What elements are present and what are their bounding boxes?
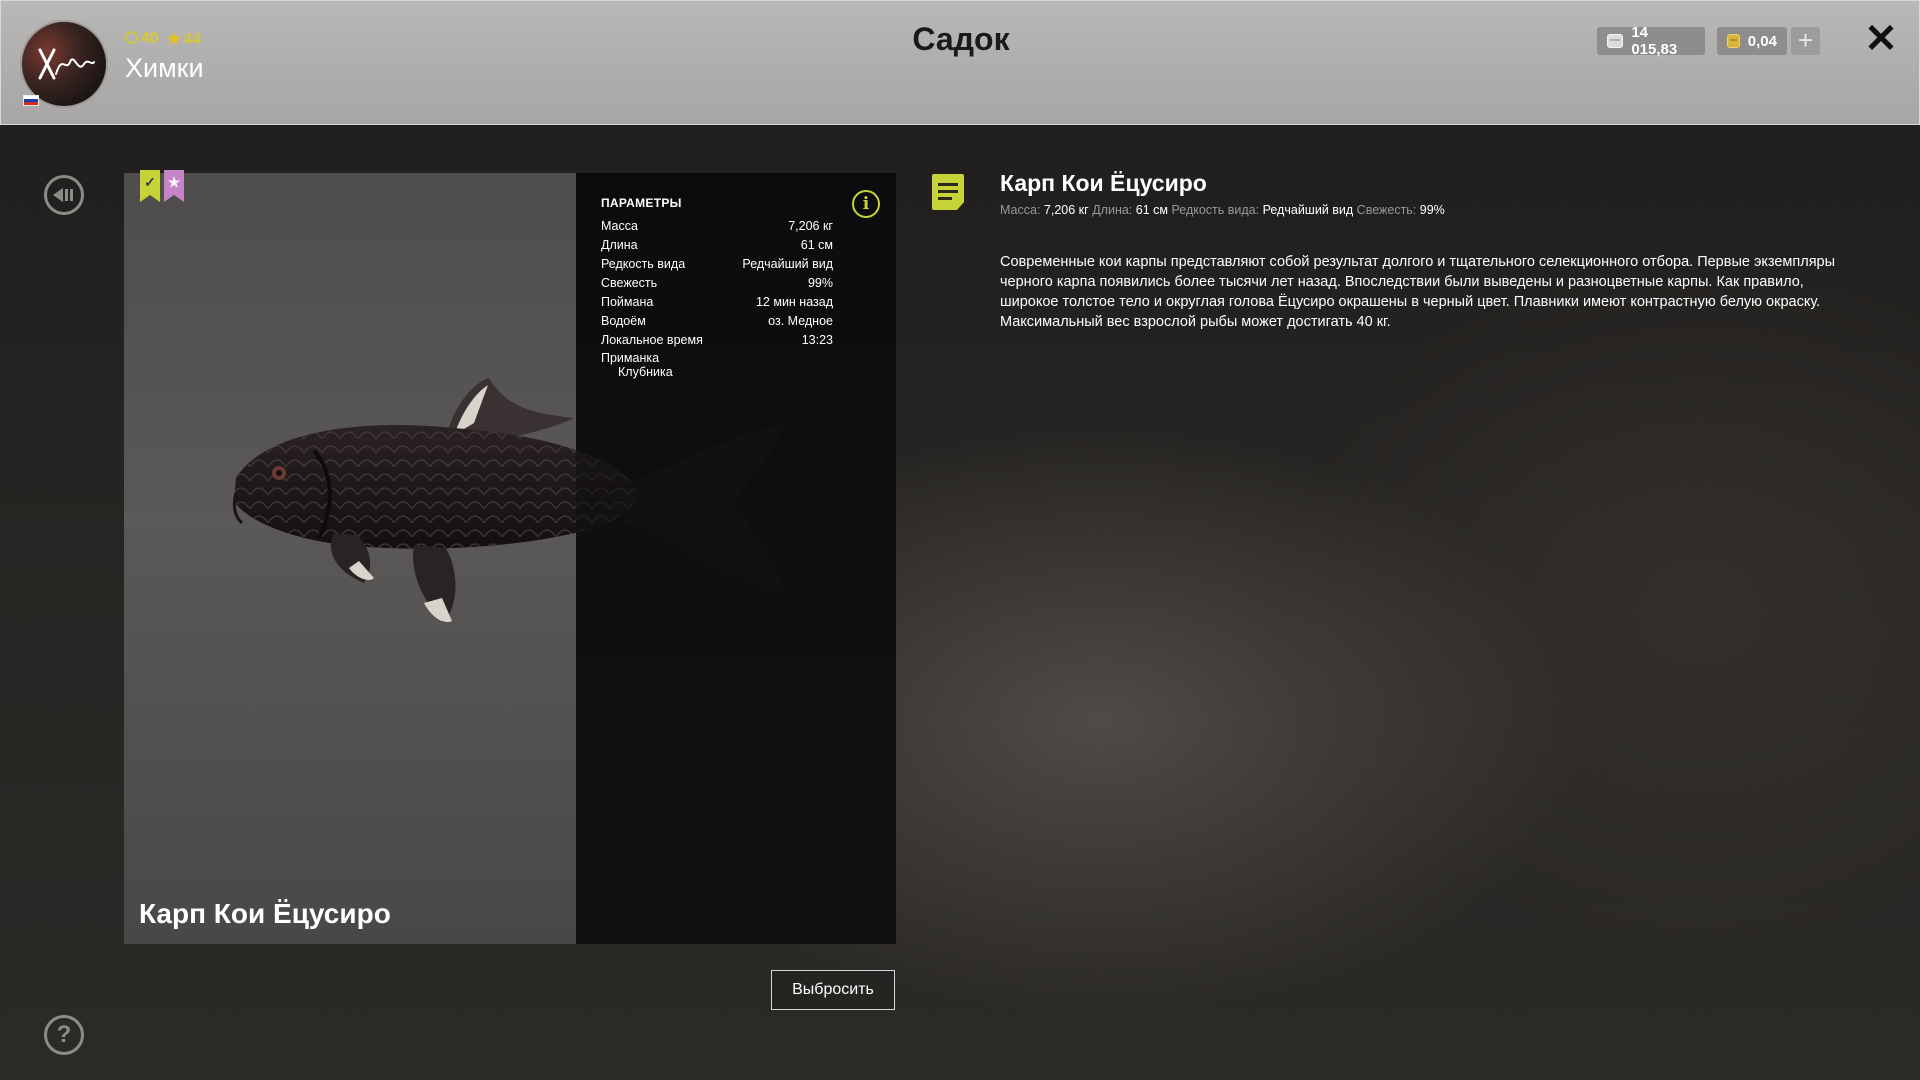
description-title: Карп Кои Ёцусиро: [1000, 170, 1207, 196]
param-row-waterbody: Водоём оз. Медное: [601, 312, 833, 331]
close-icon: ✕: [1864, 17, 1898, 61]
fish-image-panel: [124, 173, 576, 944]
add-currency-button[interactable]: +: [1791, 27, 1820, 55]
fish-name: Карп Кои Ёцусиро: [139, 898, 391, 929]
gold-coin-icon: [1727, 34, 1740, 48]
stat-length-value: 61 см: [1135, 203, 1168, 217]
param-label: Водоём: [601, 314, 646, 328]
stat-mass-value: 7,206 кг: [1043, 203, 1089, 217]
parameters-list: Масса 7,206 кг Длина 61 см Редкость вида…: [601, 217, 833, 350]
green-check-bookmark-icon[interactable]: ✓: [140, 170, 160, 202]
param-row-mass: Масса 7,206 кг: [601, 217, 833, 236]
stat-length-label: Длина:: [1092, 203, 1133, 217]
bait-value: Клубника: [618, 365, 673, 379]
back-button[interactable]: [44, 175, 84, 215]
silver-amount: 14 015,83: [1631, 24, 1678, 58]
param-row-rarity: Редкость вида Редчайший вид: [601, 255, 833, 274]
pink-star-bookmark-icon[interactable]: ★: [164, 170, 184, 202]
param-label: Локальное время: [601, 333, 703, 347]
param-label: Масса: [601, 219, 638, 233]
param-row-caught: Поймана 12 мин назад: [601, 293, 833, 312]
russia-flag-icon: [23, 95, 39, 106]
param-value: 99%: [807, 276, 833, 290]
gold-balance[interactable]: 0,04: [1717, 27, 1787, 55]
param-value: 13:23: [801, 333, 833, 347]
parameters-title: ПАРАМЕТРЫ: [601, 196, 682, 210]
description-icon: [932, 174, 964, 210]
discard-button[interactable]: Выбросить: [771, 970, 895, 1010]
bait-label: Приманка: [601, 351, 660, 365]
description-text: Современные кои карпы представляют собой…: [1000, 254, 1836, 330]
plus-icon: +: [1797, 25, 1814, 55]
close-button[interactable]: ✕: [1863, 19, 1899, 59]
param-value: 61 см: [800, 238, 833, 252]
param-row-length: Длина 61 см: [601, 236, 833, 255]
stat-mass-label: Масса:: [1000, 203, 1041, 217]
gold-amount: 0,04: [1747, 32, 1777, 50]
param-label: Редкость вида: [601, 257, 686, 271]
param-row-freshness: Свежесть 99%: [601, 274, 833, 293]
stat-fresh-value: 99%: [1419, 203, 1445, 217]
silver-coin-icon: [1607, 34, 1624, 48]
stat-rarity-label: Редкость вида:: [1171, 203, 1260, 217]
param-value: Редчайший вид: [742, 257, 833, 271]
stat-rarity-value: Редчайший вид: [1262, 203, 1354, 217]
param-row-local-time: Локальное время 13:23: [601, 331, 833, 350]
fish-bookmarks: ✓ ★: [140, 170, 184, 202]
param-label: Поймана: [601, 295, 654, 309]
param-value: 7,206 кг: [788, 219, 833, 233]
info-icon[interactable]: i: [852, 190, 880, 218]
param-label: Свежесть: [601, 276, 658, 290]
param-label: Длина: [601, 238, 638, 252]
silver-balance[interactable]: 14 015,83: [1597, 24, 1705, 58]
top-bar: 40 ★ 44 Химки Садок 14 015,83 0,04 + ✕: [0, 0, 1920, 125]
back-icon: [53, 188, 73, 202]
stat-fresh-label: Свежесть:: [1356, 203, 1417, 217]
param-value: оз. Медное: [768, 314, 833, 328]
help-button[interactable]: ?: [44, 1015, 84, 1055]
description-stats: Масса: 7,206 кг Длина: 61 см Редкость ви…: [1000, 203, 1445, 217]
help-icon: ?: [56, 1021, 72, 1048]
param-value: 12 мин назад: [755, 295, 833, 309]
